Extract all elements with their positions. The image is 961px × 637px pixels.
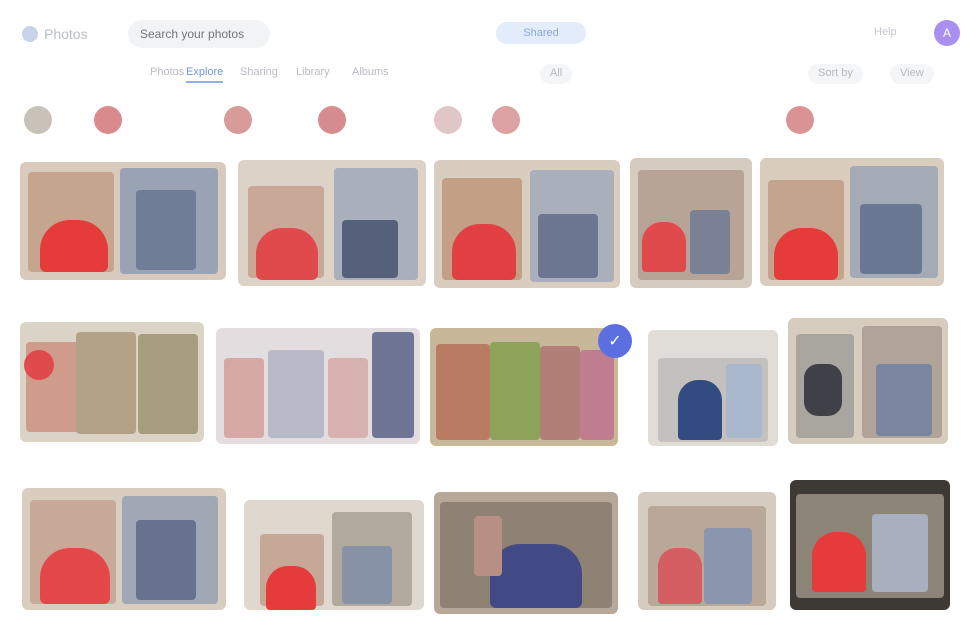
face-thumb-icon [224,106,252,134]
avatar[interactable]: A [934,20,960,46]
logo-icon [22,26,38,42]
app-logo[interactable]: Photos [22,22,92,46]
face-thumb-icon [24,106,52,134]
filter-button[interactable]: All [540,64,573,84]
photo-card[interactable] [648,330,778,446]
face-thumb-icon [434,106,462,134]
photo-card[interactable] [630,158,752,288]
photo-card[interactable] [22,488,226,610]
photo-card[interactable] [244,500,424,610]
photo-card[interactable] [430,328,618,446]
face-thumb-icon [94,106,122,134]
check-icon[interactable]: ✓ [598,324,632,358]
tab-2[interactable]: Sharing [240,66,278,78]
photo-card[interactable] [434,160,620,288]
face-badge[interactable] [492,106,526,134]
face-badge[interactable] [786,106,820,134]
photo-card[interactable] [20,162,226,280]
photo-card[interactable] [788,318,948,444]
photo-card[interactable] [760,158,944,286]
tab-0[interactable]: Photos [150,66,184,78]
face-badge[interactable] [434,106,468,134]
face-badges [0,106,961,142]
photo-card[interactable] [238,160,426,286]
search-input[interactable] [128,20,270,48]
photo-card[interactable] [20,322,204,442]
face-thumb-icon [492,106,520,134]
sort-button[interactable]: Sort by [808,64,863,84]
view-button[interactable]: View [890,64,934,84]
photo-card[interactable] [216,328,420,444]
face-badge[interactable] [94,106,128,134]
face-badge[interactable] [318,106,352,134]
logo-text: Photos [44,26,88,42]
tab-bar: Photos Explore Sharing Library Albums Al… [0,58,961,88]
photo-card[interactable] [790,480,950,610]
tab-3[interactable]: Library [296,66,330,78]
face-thumb-icon [318,106,346,134]
app-header: Photos Shared Help A [0,0,961,58]
face-thumb-icon [786,106,814,134]
photo-card[interactable] [638,492,776,610]
face-badge[interactable] [24,106,58,134]
tab-4[interactable]: Albums [352,66,389,78]
help-link[interactable]: Help [874,26,897,38]
face-badge[interactable] [224,106,258,134]
photo-card[interactable] [434,492,618,614]
tab-1[interactable]: Explore [186,66,224,83]
shared-button[interactable]: Shared [496,22,586,44]
